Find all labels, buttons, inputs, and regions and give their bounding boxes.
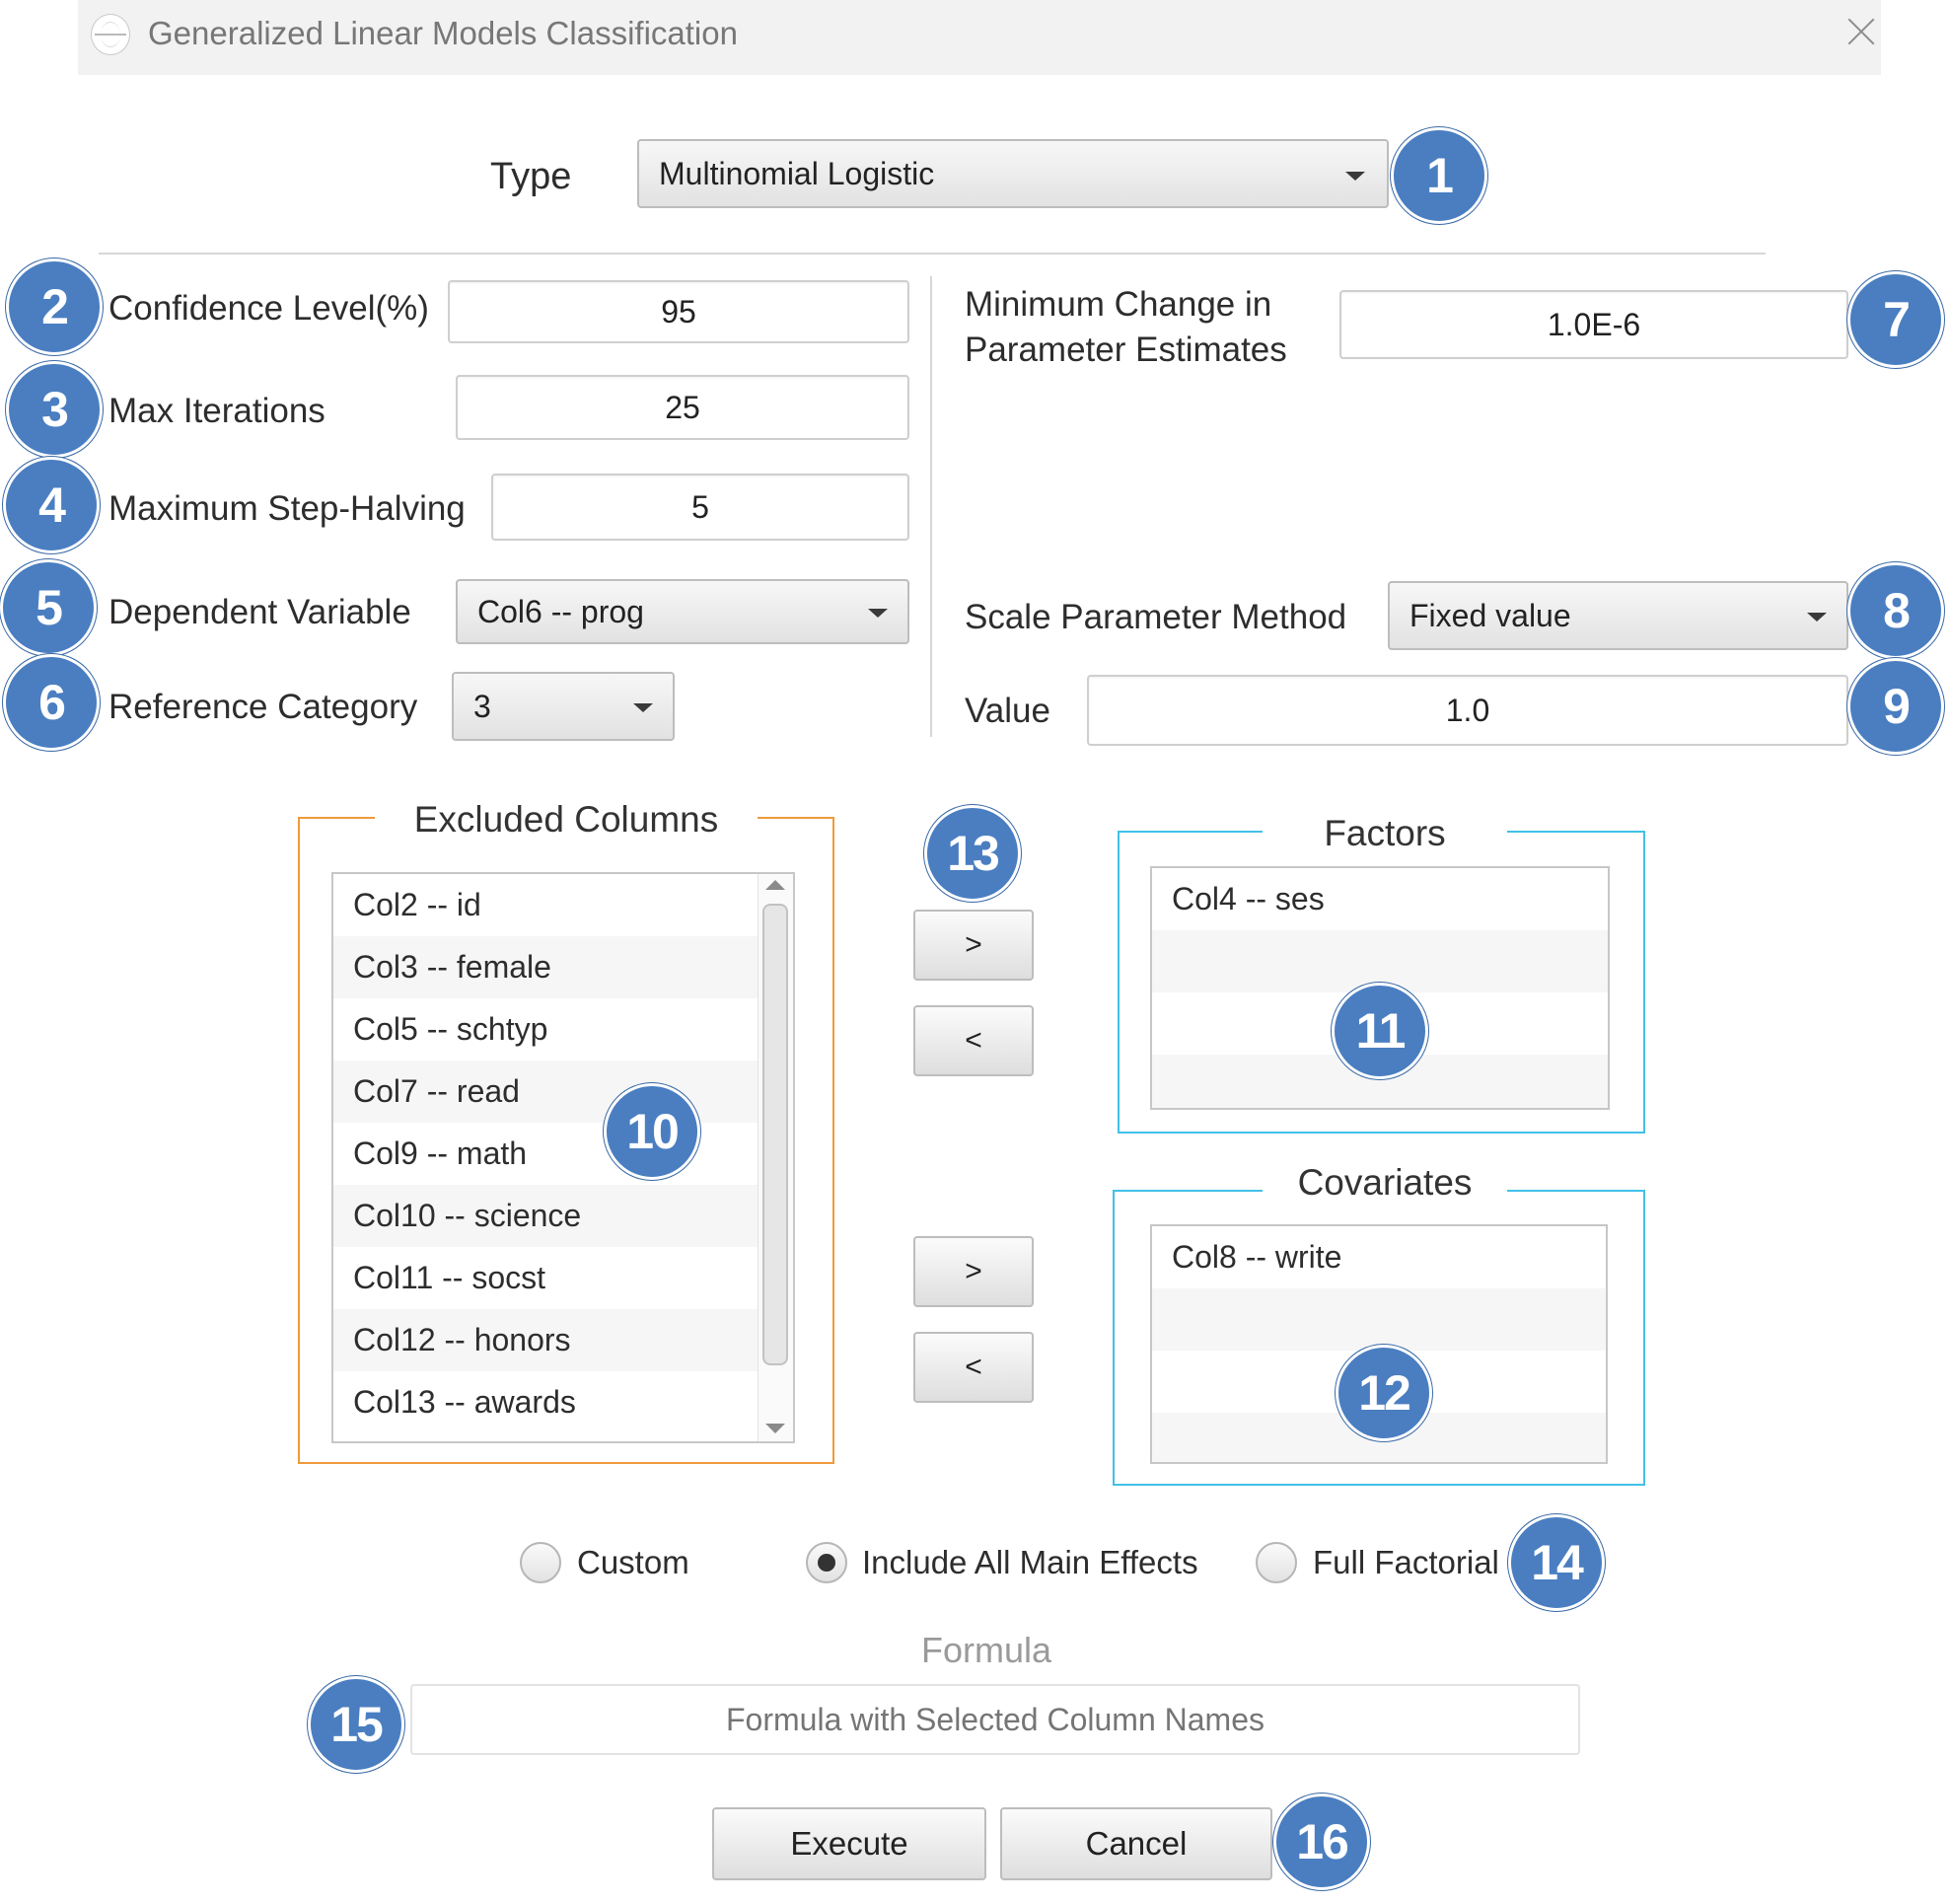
scale-method-value: Fixed value bbox=[1409, 597, 1571, 633]
list-item[interactable]: Col13 -- awards bbox=[333, 1371, 775, 1433]
add-factor-button[interactable]: > bbox=[913, 910, 1034, 981]
callout-badge: 14 bbox=[1508, 1514, 1605, 1611]
remove-covariate-button[interactable]: < bbox=[913, 1332, 1034, 1403]
excluded-scroll-thumb[interactable] bbox=[762, 904, 788, 1365]
chevron-down-icon bbox=[868, 609, 888, 618]
step-halving-label: Maximum Step-Halving bbox=[108, 489, 466, 528]
execute-button[interactable]: Execute bbox=[712, 1807, 986, 1880]
dependent-variable-select[interactable]: Col6 -- prog bbox=[456, 579, 909, 644]
max-iterations-field[interactable]: 25 bbox=[456, 375, 909, 440]
list-item[interactable]: Col11 -- socst bbox=[333, 1247, 775, 1309]
callout-badge: 15 bbox=[308, 1676, 404, 1773]
cancel-button[interactable]: Cancel bbox=[1000, 1807, 1272, 1880]
main-effects-radio-label[interactable]: Include All Main Effects bbox=[862, 1544, 1198, 1581]
app-icon bbox=[91, 14, 130, 55]
custom-radio-label[interactable]: Custom bbox=[577, 1544, 689, 1581]
horizontal-divider bbox=[99, 253, 1766, 255]
callout-badge: 2 bbox=[6, 258, 103, 355]
callout-badge: 3 bbox=[6, 361, 103, 458]
list-item[interactable]: Col7 -- read bbox=[333, 1061, 775, 1123]
formula-input[interactable] bbox=[410, 1684, 1580, 1755]
chevron-down-icon bbox=[1345, 172, 1365, 181]
list-item[interactable]: Col10 -- science bbox=[333, 1185, 775, 1247]
callout-badge: 5 bbox=[0, 559, 97, 656]
formula-label: Formula bbox=[920, 1630, 1052, 1670]
list-item[interactable]: Col3 -- female bbox=[333, 936, 775, 998]
full-factorial-radio-label[interactable]: Full Factorial bbox=[1313, 1544, 1499, 1581]
type-select-value: Multinomial Logistic bbox=[659, 155, 935, 191]
covariates-title: Covariates bbox=[1263, 1162, 1507, 1204]
vertical-divider bbox=[930, 276, 932, 737]
window-title: Generalized Linear Models Classification bbox=[148, 15, 738, 51]
value-label: Value bbox=[965, 692, 1050, 730]
scale-method-label: Scale Parameter Method bbox=[965, 598, 1347, 636]
callout-badge: 1 bbox=[1391, 127, 1487, 224]
callout-badge: 9 bbox=[1847, 658, 1944, 755]
callout-badge: 6 bbox=[3, 654, 100, 751]
list-item[interactable]: Col9 -- math bbox=[333, 1123, 775, 1185]
remove-factor-button[interactable]: < bbox=[913, 1005, 1034, 1076]
value-field[interactable]: 1.0 bbox=[1087, 675, 1848, 746]
callout-badge: 13 bbox=[924, 805, 1021, 902]
excluded-columns-title: Excluded Columns bbox=[375, 799, 758, 841]
main-effects-radio[interactable] bbox=[806, 1542, 847, 1583]
scroll-down-icon[interactable] bbox=[765, 1424, 785, 1433]
min-change-label: Minimum Change in Parameter Estimates bbox=[965, 282, 1287, 373]
close-icon[interactable] bbox=[1841, 12, 1880, 51]
reference-category-label: Reference Category bbox=[108, 688, 418, 726]
dependent-variable-value: Col6 -- prog bbox=[477, 593, 644, 629]
custom-radio[interactable] bbox=[520, 1542, 561, 1583]
callout-badge: 10 bbox=[604, 1083, 700, 1180]
chevron-down-icon bbox=[633, 703, 653, 712]
excluded-columns-list[interactable]: Col2 -- id Col3 -- female Col5 -- schtyp… bbox=[331, 872, 795, 1443]
min-change-label-line1: Minimum Change in bbox=[965, 285, 1272, 324]
confidence-level-label: Confidence Level(%) bbox=[108, 289, 429, 328]
list-item[interactable] bbox=[1152, 1288, 1606, 1351]
chevron-down-icon bbox=[1807, 613, 1827, 622]
add-covariate-button[interactable]: > bbox=[913, 1236, 1034, 1307]
reference-category-value: 3 bbox=[473, 688, 491, 724]
list-item[interactable]: Col2 -- id bbox=[333, 874, 775, 936]
list-item[interactable]: Col12 -- honors bbox=[333, 1309, 775, 1371]
callout-badge: 8 bbox=[1847, 562, 1944, 659]
list-item[interactable]: Col4 -- ses bbox=[1152, 868, 1608, 930]
list-item[interactable]: Col8 -- write bbox=[1152, 1226, 1606, 1288]
scale-method-select[interactable]: Fixed value bbox=[1388, 581, 1848, 650]
type-select[interactable]: Multinomial Logistic bbox=[637, 139, 1389, 208]
reference-category-select[interactable]: 3 bbox=[452, 672, 675, 741]
full-factorial-radio[interactable] bbox=[1256, 1542, 1297, 1583]
callout-badge: 11 bbox=[1332, 983, 1428, 1079]
list-item[interactable]: Col5 -- schtyp bbox=[333, 998, 775, 1061]
type-label: Type bbox=[490, 156, 572, 197]
factors-title: Factors bbox=[1263, 813, 1507, 854]
min-change-field[interactable]: 1.0E-6 bbox=[1339, 290, 1848, 359]
step-halving-field[interactable]: 5 bbox=[491, 474, 909, 541]
scroll-up-icon[interactable] bbox=[765, 880, 785, 890]
min-change-label-line2: Parameter Estimates bbox=[965, 330, 1287, 369]
callout-badge: 12 bbox=[1336, 1345, 1432, 1441]
dependent-variable-label: Dependent Variable bbox=[108, 593, 411, 631]
callout-badge: 4 bbox=[3, 457, 100, 553]
confidence-level-field[interactable]: 95 bbox=[448, 280, 909, 343]
callout-badge: 16 bbox=[1273, 1794, 1370, 1890]
max-iterations-label: Max Iterations bbox=[108, 392, 325, 430]
callout-badge: 7 bbox=[1847, 271, 1944, 368]
